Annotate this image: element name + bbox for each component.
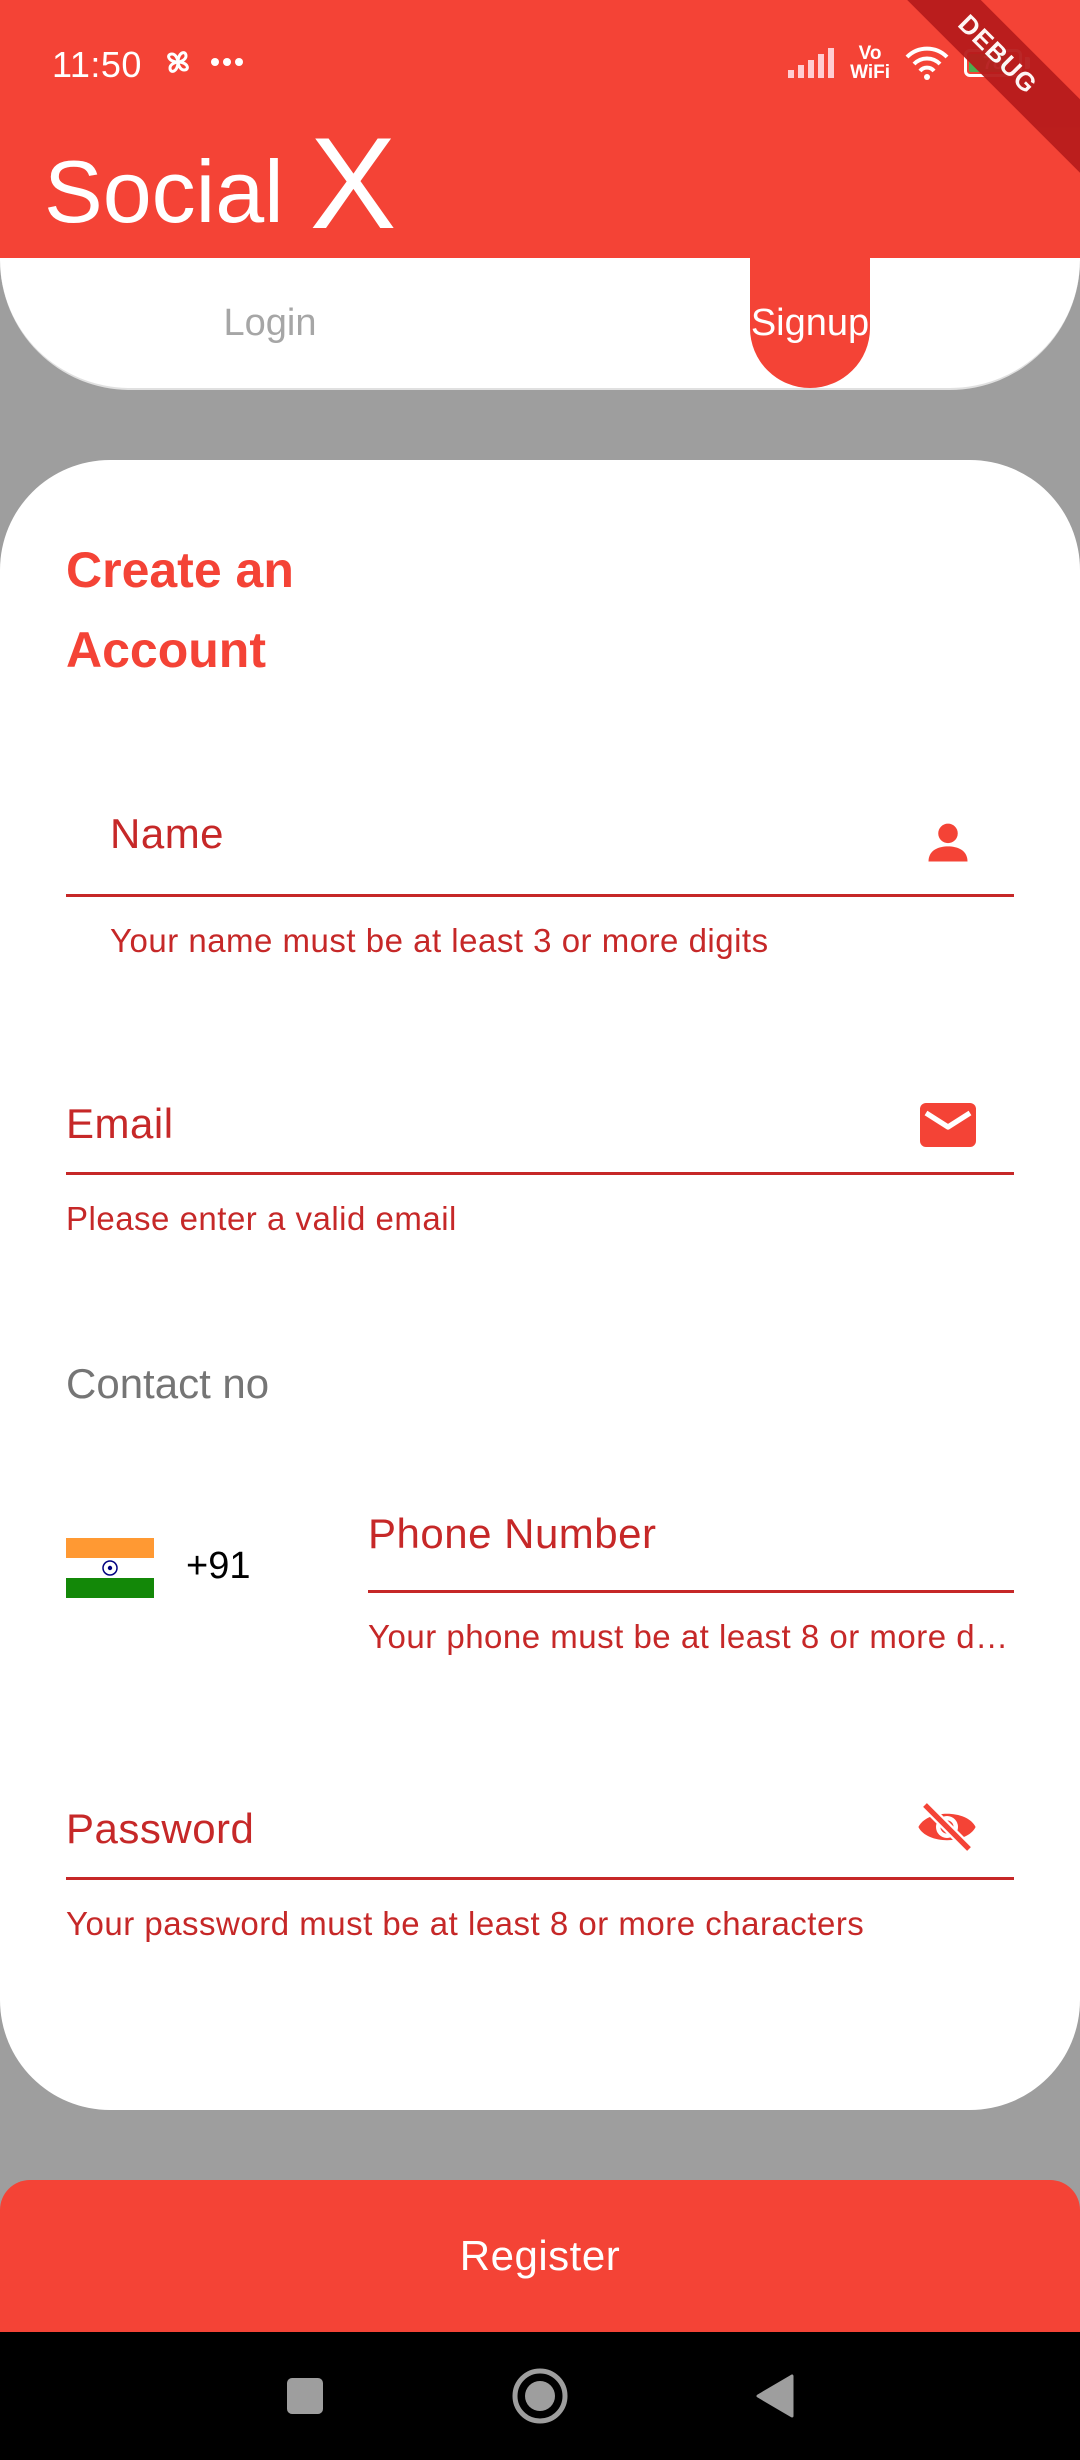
password-field-error: Your password must be at least 8 or more… [66,1905,865,1942]
tab-login[interactable]: Login [0,258,540,388]
password-field[interactable]: Password Your password must be at least … [66,1801,1014,1955]
visibility-off-icon[interactable] [914,1797,980,1857]
name-field[interactable]: Name Your name must be at least 3 or mor… [66,760,1014,959]
email-field-underline [66,1172,1014,1175]
mail-icon [920,1103,976,1147]
contact-label: Contact no [66,1360,270,1407]
pinwheel-icon [167,51,189,73]
tab-signup[interactable]: Signup [750,258,870,388]
app-title-main: Social [44,142,284,241]
recents-icon [287,2378,323,2414]
phone-field-error: Your phone must be at least 8 or more di… [368,1618,1014,1655]
name-field-label: Name [110,810,225,857]
nav-back-button[interactable] [725,2332,825,2460]
home-icon [512,2368,568,2424]
india-flag-icon[interactable] [66,1538,154,1598]
register-button[interactable]: Register [0,2180,1080,2332]
back-icon [756,2374,794,2418]
app-title-x: X [309,110,397,256]
email-field-error: Please enter a valid email [66,1200,457,1237]
more-dots-icon [211,58,243,66]
person-icon [928,823,968,862]
cellular-signal-icon [788,48,835,78]
wifi-icon [905,46,949,80]
nav-home-button[interactable] [490,2332,590,2460]
phone-field-label: Phone Number [368,1510,657,1557]
vowifi-indicator: Vo WiFi [850,44,890,82]
status-time: 11:50 [52,44,142,85]
password-field-underline [66,1877,1014,1880]
phone-field[interactable]: Phone Number Your phone must be at least… [368,1510,1014,1660]
app-bar: 11:50 Vo WiFi DEBUG Social X [0,0,1080,258]
email-field-label: Email [66,1100,174,1147]
system-nav-bar [0,2332,1080,2460]
signup-card: Create an Account Name Your name must be… [0,460,1080,2110]
phone-field-underline [368,1590,1014,1593]
status-left-icons [160,42,244,82]
nav-recents-button[interactable] [255,2332,355,2460]
app-title: Social X [44,118,396,248]
form-title: Create an Account [66,542,294,678]
debug-banner: DEBUG [866,0,1080,186]
name-field-underline [66,894,1014,897]
country-dial-code[interactable]: +91 [186,1545,250,1588]
auth-tab-bar: Login Signup [0,258,1080,390]
password-field-label: Password [66,1805,255,1852]
vowifi-bottom: WiFi [850,62,890,83]
email-field[interactable]: Email Please enter a valid email [66,1100,1014,1250]
vowifi-top: Vo [858,43,882,64]
name-field-error: Your name must be at least 3 or more dig… [110,922,769,959]
